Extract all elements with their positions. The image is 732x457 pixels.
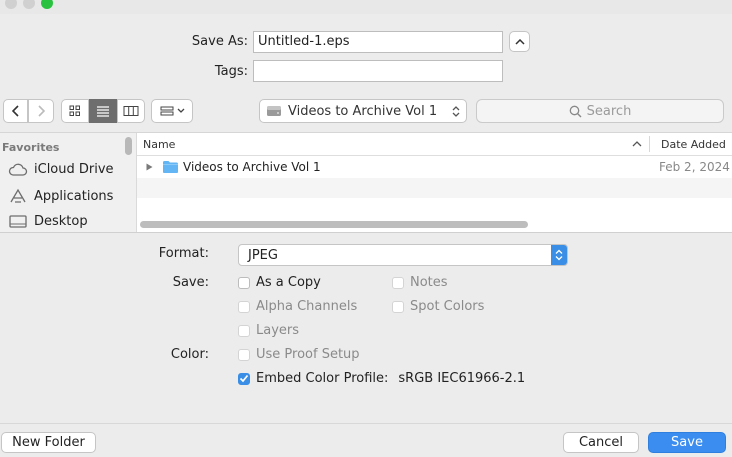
sidebar-item-icloud-drive[interactable]: iCloud Drive bbox=[8, 162, 114, 177]
embed-color-profile-checkbox[interactable]: Embed Color Profile: sRGB IEC61966-2.1 bbox=[238, 371, 525, 386]
save-options-label: Save: bbox=[172, 275, 209, 290]
search-placeholder: Search bbox=[586, 103, 632, 119]
checkmark-icon bbox=[239, 374, 249, 383]
search-icon bbox=[569, 105, 582, 117]
as-a-copy-label: As a Copy bbox=[256, 275, 321, 290]
checkbox-box[interactable] bbox=[392, 300, 404, 313]
back-button[interactable] bbox=[3, 99, 28, 123]
desktop-icon bbox=[9, 214, 27, 228]
spot-colors-checkbox[interactable]: Spot Colors bbox=[392, 299, 484, 314]
list-icon bbox=[97, 106, 109, 117]
applications-icon bbox=[10, 188, 26, 203]
layers-checkbox[interactable]: Layers bbox=[238, 323, 299, 338]
sidebar-scrollbar[interactable] bbox=[125, 137, 132, 155]
spot-colors-label: Spot Colors bbox=[410, 299, 485, 314]
sidebar-section-favorites: Favorites bbox=[2, 141, 60, 154]
column-header-name[interactable]: Name bbox=[143, 138, 175, 151]
columns-icon bbox=[123, 106, 139, 116]
notes-checkbox[interactable]: Notes bbox=[392, 275, 448, 290]
tags-field[interactable] bbox=[253, 60, 503, 82]
alpha-channels-label: Alpha Channels bbox=[256, 299, 358, 314]
disclosure-triangle-icon[interactable] bbox=[146, 163, 153, 171]
horizontal-scrollbar[interactable] bbox=[140, 221, 528, 228]
color-label: Color: bbox=[170, 347, 209, 362]
sidebar-item-label: Applications bbox=[34, 188, 114, 204]
column-header-date-added[interactable]: Date Added bbox=[661, 138, 726, 151]
zoom-window-button[interactable] bbox=[41, 0, 53, 9]
alpha-channels-checkbox[interactable]: Alpha Channels bbox=[238, 299, 357, 314]
use-proof-setup-checkbox[interactable]: Use Proof Setup bbox=[238, 347, 360, 362]
cancel-button[interactable]: Cancel bbox=[563, 432, 639, 453]
chevron-up-icon bbox=[514, 38, 525, 45]
checkbox-box[interactable] bbox=[238, 300, 250, 313]
collapse-dialog-button[interactable] bbox=[509, 31, 530, 52]
forward-button[interactable] bbox=[28, 99, 54, 123]
save-as-label: Save As: bbox=[191, 34, 248, 49]
search-field[interactable]: Search bbox=[476, 99, 724, 123]
save-button[interactable]: Save bbox=[648, 432, 726, 453]
folder-icon bbox=[163, 161, 178, 173]
up-down-chevron-icon bbox=[452, 106, 460, 117]
chevron-left-icon bbox=[11, 105, 19, 117]
grid-icon bbox=[69, 105, 80, 116]
group-by-button[interactable] bbox=[151, 99, 193, 123]
save-as-field[interactable]: Untitled-1.eps bbox=[253, 31, 503, 53]
chevron-down-icon bbox=[177, 108, 184, 113]
embed-color-profile-label: Embed Color Profile: bbox=[256, 371, 389, 386]
list-view-button[interactable] bbox=[89, 99, 117, 123]
checkbox-box[interactable] bbox=[238, 324, 250, 337]
column-divider bbox=[649, 136, 650, 152]
group-icon bbox=[160, 106, 173, 116]
tags-label: Tags: bbox=[214, 64, 248, 79]
as-a-copy-checkbox[interactable]: As a Copy bbox=[238, 275, 321, 290]
location-label: Videos to Archive Vol 1 bbox=[288, 103, 438, 119]
sort-ascending-icon bbox=[632, 141, 642, 147]
table-row-empty bbox=[137, 178, 732, 198]
minimize-window-button[interactable] bbox=[23, 0, 35, 9]
file-date: Feb 2, 2024 bbox=[659, 160, 730, 174]
notes-label: Notes bbox=[410, 275, 448, 290]
color-profile-value: sRGB IEC61966-2.1 bbox=[398, 371, 526, 386]
drive-icon bbox=[267, 106, 281, 116]
checkbox-box-checked[interactable] bbox=[238, 372, 250, 385]
file-browser: Favorites iCloud Drive Applications Desk… bbox=[0, 132, 732, 233]
file-name: Videos to Archive Vol 1 bbox=[183, 160, 321, 174]
location-popup[interactable]: Videos to Archive Vol 1 bbox=[259, 99, 467, 123]
sidebar-item-label: Desktop bbox=[34, 214, 88, 229]
table-row[interactable]: Videos to Archive Vol 1 Feb 2, 2024 bbox=[137, 156, 732, 178]
format-value: JPEG bbox=[248, 248, 278, 263]
layers-label: Layers bbox=[256, 323, 300, 338]
checkbox-box[interactable] bbox=[238, 348, 250, 361]
sidebar-item-label: iCloud Drive bbox=[34, 162, 114, 177]
use-proof-setup-label: Use Proof Setup bbox=[256, 347, 360, 362]
checkbox-box[interactable] bbox=[392, 276, 404, 289]
new-folder-button[interactable]: New Folder bbox=[1, 432, 96, 453]
cloud-icon bbox=[8, 163, 28, 176]
icon-view-button[interactable] bbox=[61, 99, 89, 123]
format-select-stepper[interactable] bbox=[551, 245, 567, 265]
format-select[interactable]: JPEG bbox=[238, 244, 568, 266]
list-header: Name Date Added bbox=[137, 133, 732, 156]
footer-divider bbox=[0, 423, 732, 424]
format-label: Format: bbox=[158, 246, 209, 261]
title-bar bbox=[0, 0, 732, 14]
sidebar-item-desktop[interactable]: Desktop bbox=[8, 214, 88, 229]
close-window-button[interactable] bbox=[5, 0, 17, 9]
up-down-chevron-icon bbox=[555, 249, 563, 261]
sidebar-item-applications[interactable]: Applications bbox=[8, 188, 113, 204]
column-view-button[interactable] bbox=[117, 99, 145, 123]
checkbox-box[interactable] bbox=[238, 276, 250, 289]
sidebar: Favorites iCloud Drive Applications Desk… bbox=[0, 133, 137, 232]
chevron-right-icon bbox=[38, 105, 45, 117]
